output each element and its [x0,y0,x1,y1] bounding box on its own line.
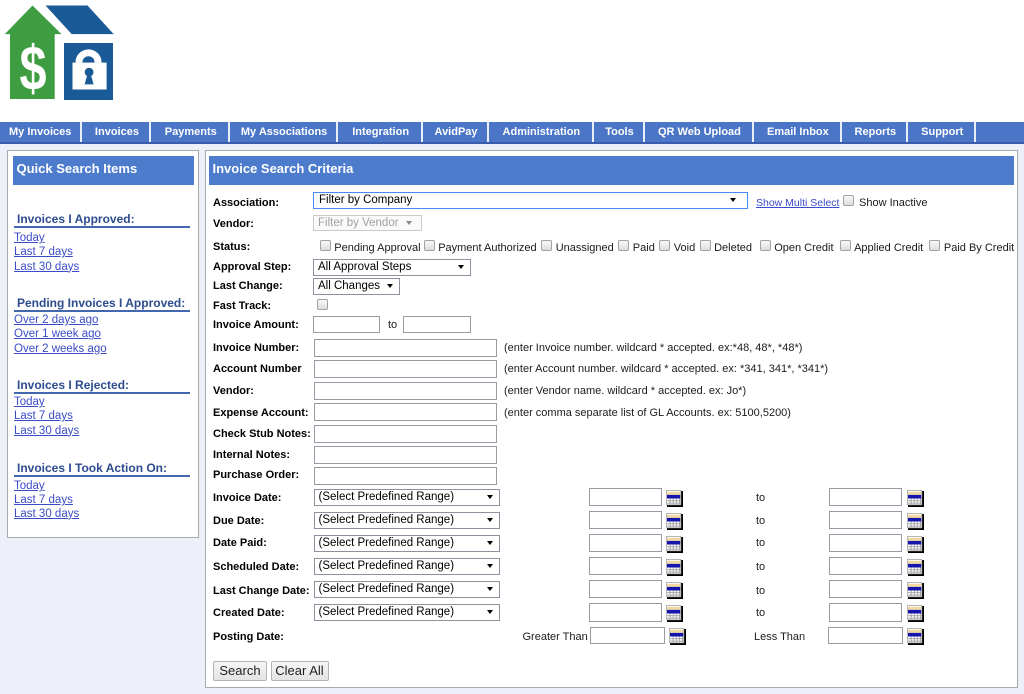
svg-text:$: $ [20,34,47,101]
